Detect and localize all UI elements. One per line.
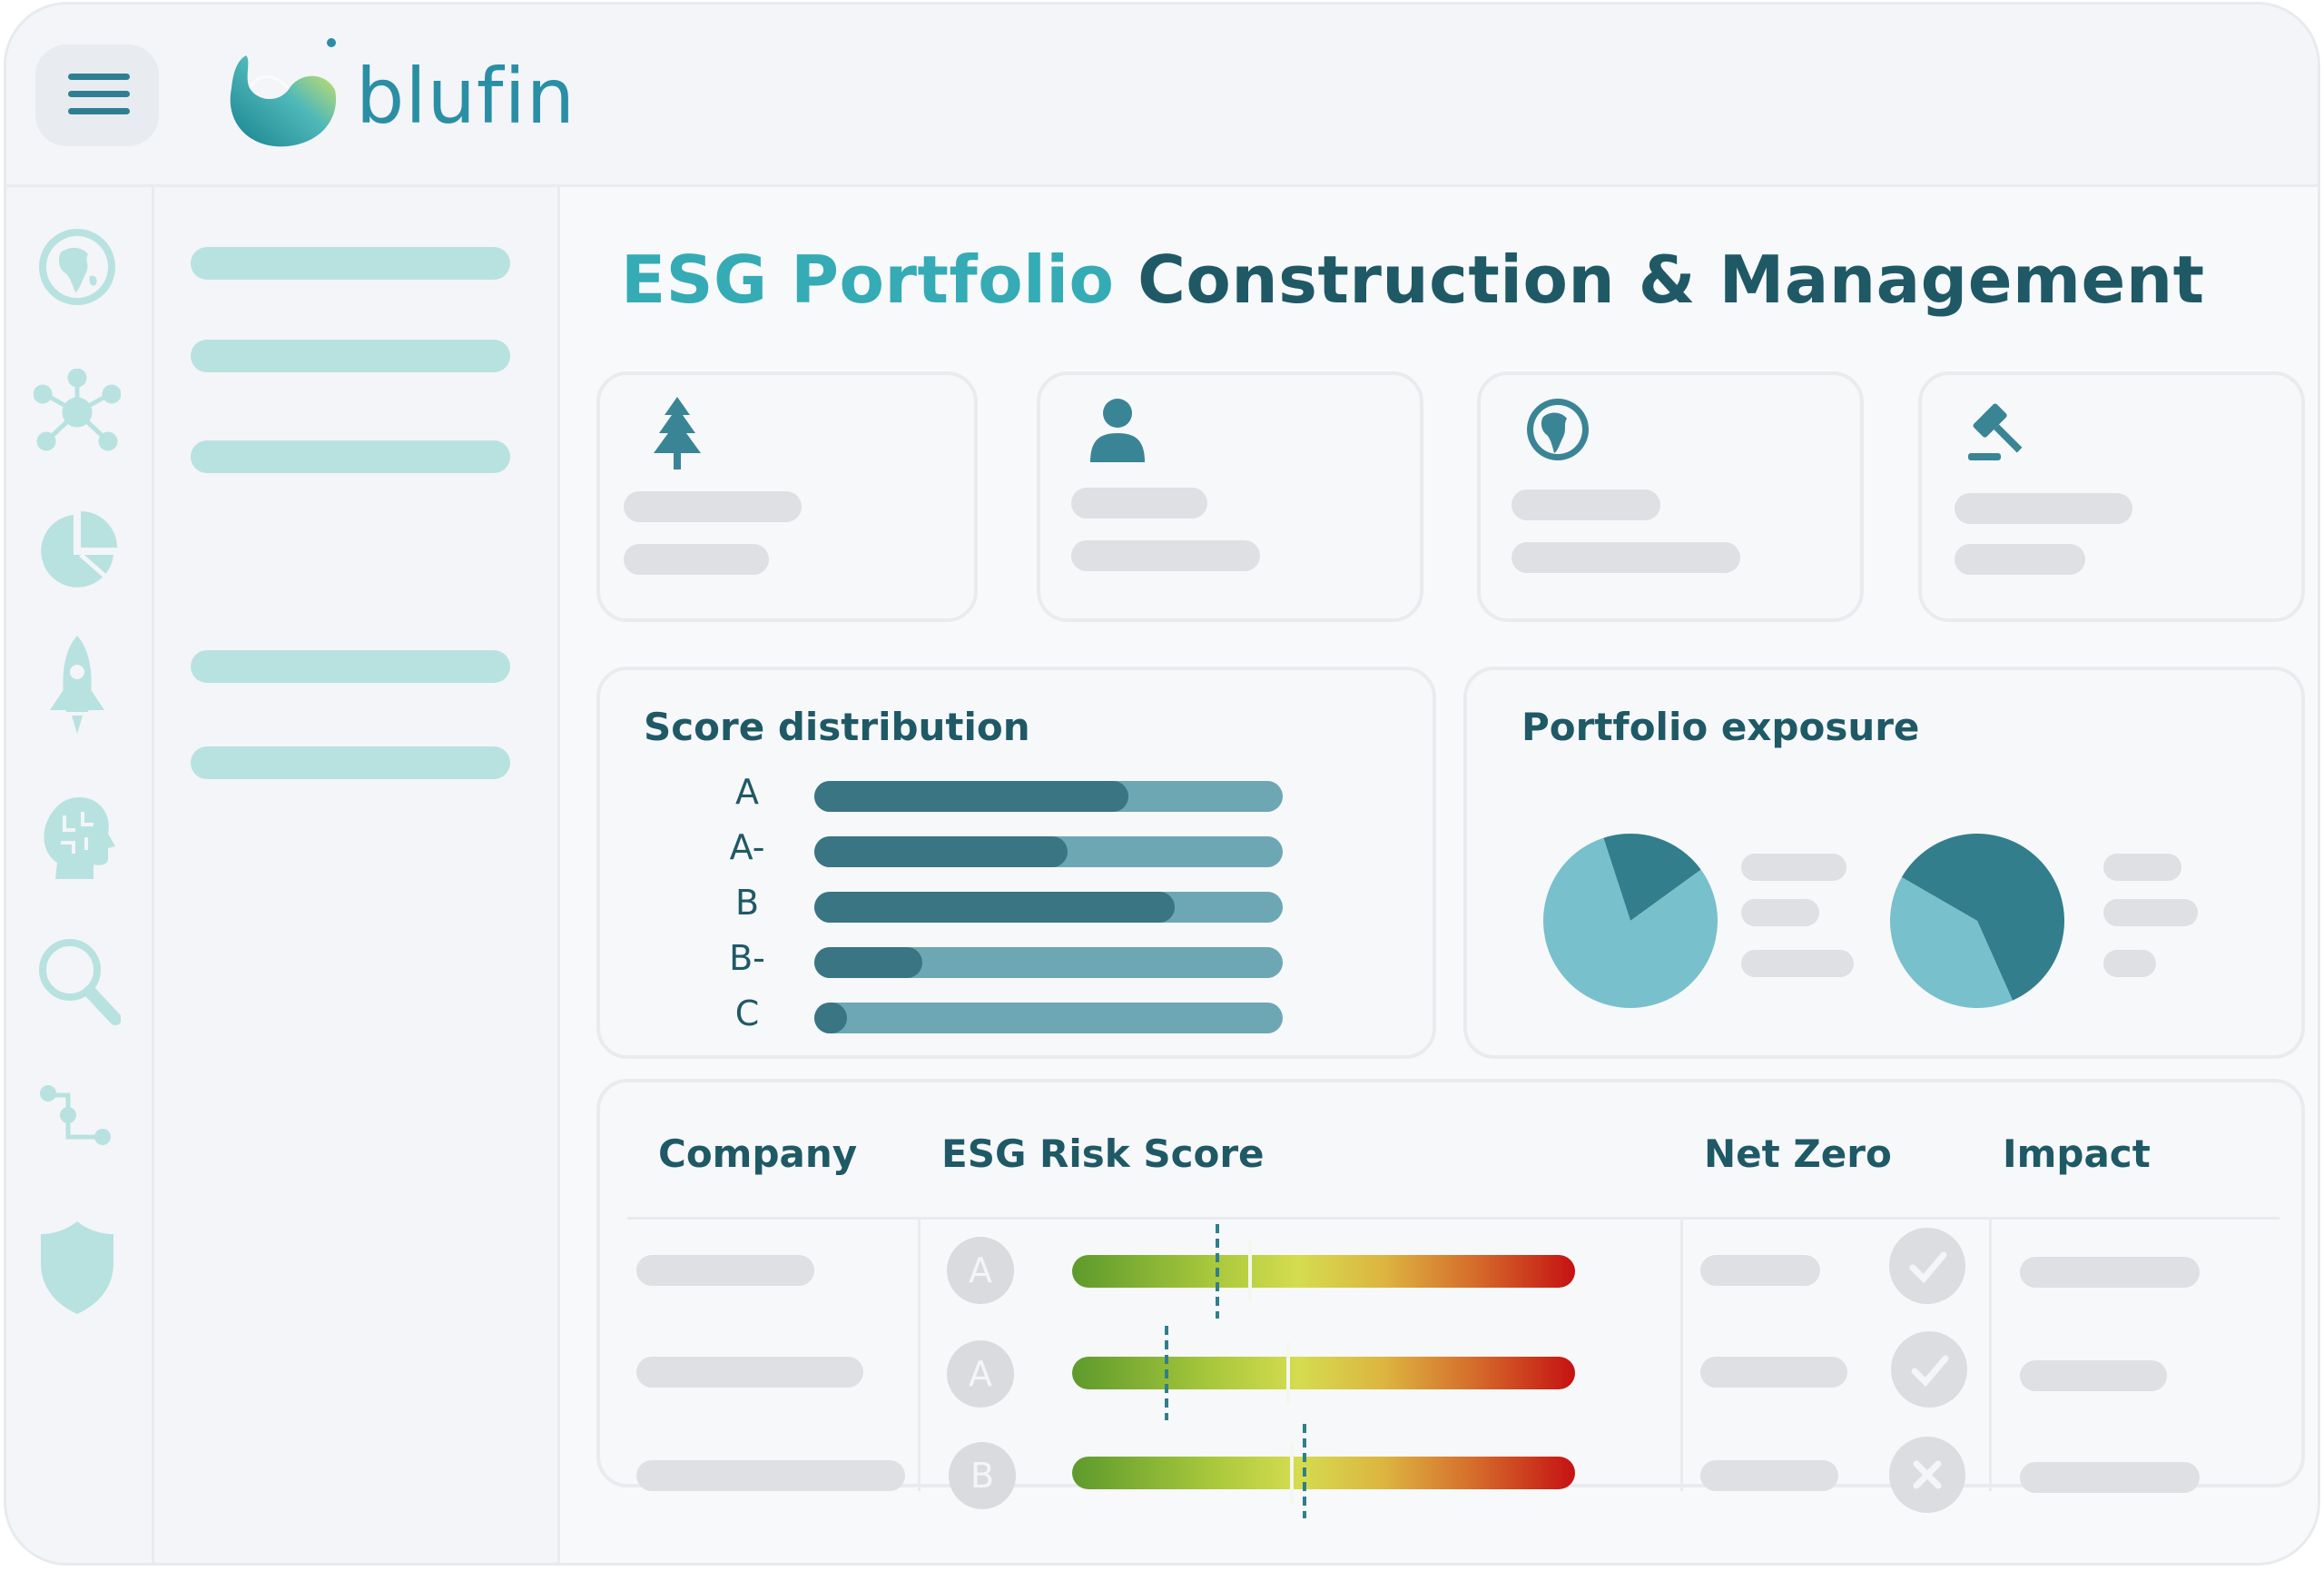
main-content: ESG Portfolio Construction & Management xyxy=(560,187,2318,1563)
exposure-pie-chart-2 xyxy=(1890,834,2064,1008)
net-zero-placeholder xyxy=(1700,1357,1847,1388)
impact-placeholder xyxy=(2020,1462,2200,1493)
risk-score-bar xyxy=(1072,1224,1575,1319)
legend-item xyxy=(2103,950,2156,977)
impact-placeholder xyxy=(2020,1257,2200,1288)
globe-icon xyxy=(1521,393,1594,466)
company-name-placeholder xyxy=(636,1357,863,1388)
legend-item xyxy=(2103,854,2181,881)
pie-chart-icon[interactable] xyxy=(34,508,121,595)
grade-badge: A xyxy=(947,1340,1014,1408)
score-category-label: A xyxy=(735,772,759,812)
score-category-label: B- xyxy=(729,938,765,978)
column-header-impact[interactable]: Impact xyxy=(2003,1131,2151,1176)
subnav-item[interactable] xyxy=(191,340,510,372)
portfolio-exposure-title: Portfolio exposure xyxy=(1521,705,1920,749)
risk-score-bar xyxy=(1072,1424,1575,1518)
cross-icon xyxy=(1889,1437,1965,1513)
grade-badge: B xyxy=(949,1442,1016,1509)
kpi-card-environment[interactable] xyxy=(596,371,978,622)
score-bar xyxy=(814,1003,848,1033)
score-bar xyxy=(814,947,922,978)
kpi-card-global[interactable] xyxy=(1477,371,1864,622)
impact-placeholder xyxy=(2020,1360,2167,1391)
grade-badge: A xyxy=(947,1237,1014,1304)
score-bar xyxy=(814,781,1128,812)
subnav-item[interactable] xyxy=(191,650,510,683)
brand-name: blufin xyxy=(356,52,576,141)
risk-score-bar xyxy=(1072,1326,1575,1420)
hamburger-icon xyxy=(68,74,130,80)
subnav-item[interactable] xyxy=(191,247,510,280)
brain-icon[interactable] xyxy=(34,794,121,881)
exposure-pie-chart-1 xyxy=(1543,834,1718,1008)
score-bar xyxy=(814,836,1068,867)
score-distribution-title: Score distribution xyxy=(644,705,1030,749)
score-distribution-card: Score distribution A A- B B- C xyxy=(596,667,1436,1059)
benchmark-marker xyxy=(1165,1326,1168,1420)
sub-navigation xyxy=(154,187,560,1563)
score-bar-track xyxy=(814,1003,1283,1033)
icon-rail xyxy=(6,187,154,1563)
column-header-company[interactable]: Company xyxy=(658,1131,857,1176)
legend-item xyxy=(2103,899,2198,926)
portfolio-exposure-card: Portfolio exposure xyxy=(1463,667,2305,1059)
score-bar-track xyxy=(814,947,1283,978)
menu-button[interactable] xyxy=(35,44,159,146)
flow-icon[interactable] xyxy=(34,1079,121,1166)
tree-icon xyxy=(641,393,714,469)
score-bar-track xyxy=(814,781,1283,812)
page-title-rest: Construction & Management xyxy=(1137,242,2205,318)
legend-item xyxy=(1741,854,1846,881)
network-icon[interactable] xyxy=(33,368,122,456)
app-window: blufin ESG Portfolio Construction & Mana… xyxy=(4,2,2320,1566)
subnav-item[interactable] xyxy=(191,746,510,779)
column-header-esg-risk-score[interactable]: ESG Risk Score xyxy=(941,1131,1265,1176)
globe-icon[interactable] xyxy=(34,223,121,311)
search-icon[interactable] xyxy=(34,934,122,1025)
top-bar: blufin xyxy=(6,5,2318,187)
score-bar-track xyxy=(814,836,1283,867)
net-zero-placeholder xyxy=(1700,1255,1820,1286)
kpi-card-governance[interactable] xyxy=(1918,371,2305,622)
check-icon xyxy=(1891,1331,1967,1408)
rocket-icon[interactable] xyxy=(34,632,121,734)
benchmark-marker xyxy=(1303,1424,1306,1518)
kpi-card-social[interactable] xyxy=(1037,371,1423,622)
blufin-logo-icon xyxy=(230,38,337,147)
check-icon xyxy=(1889,1228,1965,1304)
logo[interactable]: blufin xyxy=(215,34,596,161)
legend-item xyxy=(1741,899,1819,926)
company-name-placeholder xyxy=(636,1255,814,1286)
page-title-accent: ESG Portfolio xyxy=(621,242,1115,318)
company-table: Company ESG Risk Score Net Zero Impact A xyxy=(596,1079,2305,1518)
score-category-label: C xyxy=(734,993,760,1033)
score-category-label: A- xyxy=(729,827,765,867)
company-name-placeholder xyxy=(636,1460,905,1491)
benchmark-marker xyxy=(1216,1224,1219,1319)
shield-icon[interactable] xyxy=(34,1218,121,1314)
subnav-item[interactable] xyxy=(191,440,510,473)
net-zero-placeholder xyxy=(1700,1460,1838,1491)
column-header-net-zero[interactable]: Net Zero xyxy=(1704,1131,1892,1176)
legend-item xyxy=(1741,950,1854,977)
score-bar xyxy=(814,892,1176,923)
person-icon xyxy=(1081,393,1154,466)
gavel-icon xyxy=(1963,393,2035,466)
score-bar-track xyxy=(814,892,1283,923)
page-title: ESG Portfolio Construction & Management xyxy=(621,242,2205,318)
score-category-label: B xyxy=(734,883,760,923)
